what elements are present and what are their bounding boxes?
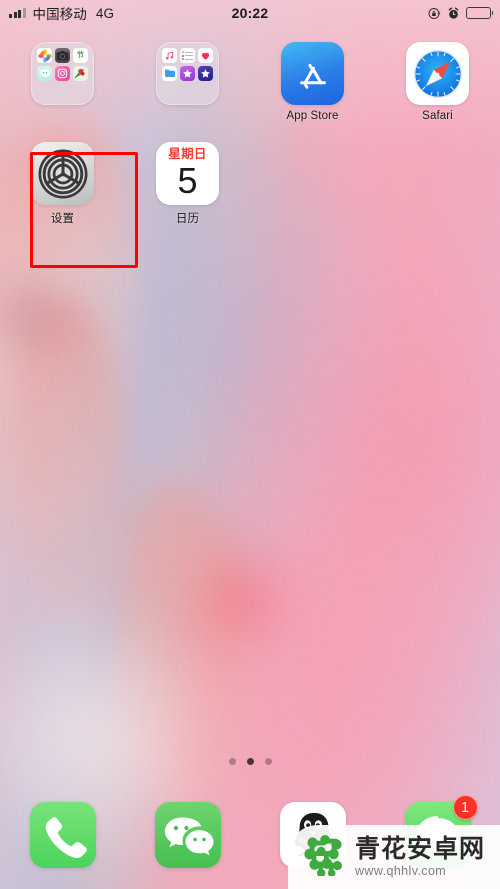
camera-icon <box>54 48 71 64</box>
calendar-icon[interactable]: 星期日 5 <box>156 142 219 205</box>
status-bar-left: 中国移动 4G <box>9 3 114 23</box>
home-screen-grid: 节 App Store Safari 设置 星期日 5 日历 <box>0 34 500 226</box>
meitu-icon <box>72 65 88 82</box>
folder-media[interactable] <box>125 34 250 122</box>
chinese-app-icon: 节 <box>72 48 88 64</box>
signal-bars-icon <box>9 8 26 18</box>
files-icon <box>162 65 178 82</box>
calendar-day: 5 <box>177 159 198 201</box>
reminders-icon <box>179 48 196 64</box>
home-empty-slot-2 <box>375 134 500 226</box>
battery-icon <box>466 7 494 19</box>
folder-media-slot-empty-2 <box>180 84 195 99</box>
app-store-label: App Store <box>286 110 339 122</box>
chat-icon <box>37 65 53 82</box>
messages-badge: 1 <box>452 794 478 820</box>
music-icon <box>162 48 178 64</box>
calendar-weekday: 星期日 <box>168 147 207 161</box>
photos-icon <box>37 48 53 64</box>
page-dot-1[interactable] <box>228 758 236 765</box>
alarm-clock-icon <box>447 6 460 20</box>
page-indicator-dots[interactable] <box>0 758 500 765</box>
folder-photography-icon[interactable]: 节 <box>31 42 94 105</box>
page-dot-2-active[interactable] <box>246 758 254 765</box>
watermark-url: www.qhhlv.com <box>355 863 447 878</box>
home-row-2: 设置 星期日 5 日历 <box>0 134 500 226</box>
star-purple-icon <box>179 65 196 82</box>
dock-item-phone[interactable] <box>0 801 125 868</box>
safari[interactable]: Safari <box>375 34 500 122</box>
settings[interactable]: 设置 <box>0 134 125 226</box>
network-mode: 4G <box>95 5 115 21</box>
instagram-icon <box>54 65 71 82</box>
folder-slot-empty-3 <box>73 84 88 99</box>
watermark-text: 青花安卓网 www.qhhlv.com <box>355 834 486 878</box>
app-store[interactable]: App Store <box>250 34 375 122</box>
calendar[interactable]: 星期日 5 日历 <box>125 134 250 226</box>
settings-label: 设置 <box>50 213 75 225</box>
folder-media-slot-empty-1 <box>162 84 177 99</box>
calendar-label: 日历 <box>175 213 200 225</box>
home-row-1: 节 App Store Safari <box>0 34 500 122</box>
rotation-lock-icon <box>428 7 441 20</box>
safari-compass-icon[interactable] <box>406 42 469 105</box>
folder-photography[interactable]: 节 <box>0 34 125 122</box>
app-store-icon[interactable] <box>281 42 344 105</box>
phone-handset-icon[interactable] <box>29 801 96 868</box>
safari-label: Safari <box>422 110 453 122</box>
folder-media-icon[interactable] <box>156 42 219 105</box>
status-bar-right <box>428 6 494 20</box>
dock-item-wechat[interactable] <box>125 801 250 868</box>
settings-gear-icon[interactable] <box>31 142 94 205</box>
folder-slot-empty-1 <box>37 84 52 99</box>
health-icon <box>197 48 213 64</box>
site-watermark: 青花安卓网 www.qhhlv.com <box>288 825 500 889</box>
wechat-bubbles-icon[interactable] <box>154 801 221 868</box>
home-empty-slot-1 <box>250 134 375 226</box>
green-molecule-icon <box>302 834 348 881</box>
watermark-site-name: 青花安卓网 <box>355 834 486 863</box>
folder-media-slot-empty-3 <box>198 84 213 99</box>
page-dot-3[interactable] <box>264 758 272 765</box>
folder-slot-empty-2 <box>55 84 70 99</box>
status-bar: 中国移动 4G 20:22 <box>0 0 500 26</box>
carrier-name: 中国移动 <box>32 7 87 22</box>
star-blue-icon <box>197 65 213 82</box>
